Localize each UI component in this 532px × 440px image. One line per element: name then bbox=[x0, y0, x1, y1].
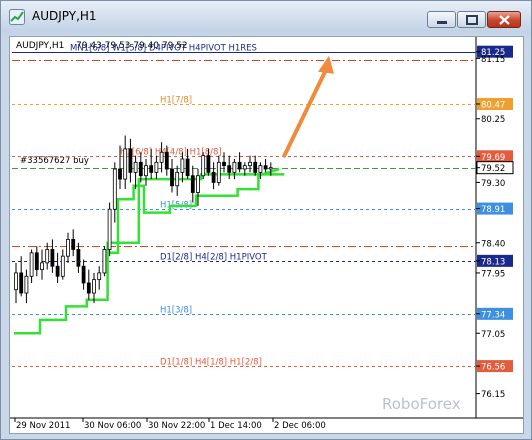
candle bbox=[97, 272, 102, 281]
candle bbox=[76, 249, 81, 267]
candle bbox=[201, 155, 206, 177]
price-label: 77.05 bbox=[481, 330, 505, 340]
candle bbox=[211, 171, 216, 183]
chart-symbol: AUDJPY,H1 bbox=[16, 41, 64, 51]
candle bbox=[14, 272, 18, 291]
candle bbox=[128, 148, 133, 173]
price-label: 80.25 bbox=[481, 115, 505, 125]
forecast-arrow bbox=[282, 67, 328, 158]
candle bbox=[248, 161, 252, 167]
minimize-icon bbox=[437, 21, 447, 24]
candle bbox=[185, 158, 190, 177]
candle bbox=[180, 158, 185, 173]
candle bbox=[60, 255, 65, 277]
candle bbox=[222, 161, 226, 167]
candle bbox=[164, 151, 169, 170]
candle bbox=[144, 165, 148, 177]
level-label: H1[7/8] bbox=[160, 96, 192, 106]
title-bar[interactable]: AUDJPY,H1 bbox=[1, 1, 531, 31]
candle bbox=[253, 161, 258, 173]
time-label: 1 Dec 14:00 bbox=[210, 421, 262, 431]
level-label: MN1[6/8] W1[5/8] D4PIVOT H4PIVOT H1RES bbox=[70, 44, 257, 54]
price-label: 79.52 bbox=[481, 164, 505, 174]
candle bbox=[258, 165, 263, 173]
candle bbox=[118, 168, 122, 180]
candle bbox=[190, 175, 195, 193]
candle bbox=[232, 161, 237, 173]
price-label: 76.15 bbox=[481, 390, 505, 400]
candle bbox=[24, 275, 29, 294]
maximize-button[interactable] bbox=[457, 11, 486, 28]
candle bbox=[107, 208, 112, 250]
candle bbox=[263, 165, 268, 170]
candle bbox=[102, 249, 107, 274]
candle bbox=[170, 168, 174, 187]
time-label: 30 Nov 22:00 bbox=[148, 421, 205, 431]
candle bbox=[133, 161, 138, 173]
window-title: AUDJPY,H1 bbox=[32, 9, 97, 23]
candle bbox=[206, 155, 211, 173]
candle bbox=[227, 165, 232, 173]
candle bbox=[242, 165, 247, 170]
chart-window: AUDJPY,H1 AUDJPY,H1 79.43 79.53 79.40 79… bbox=[0, 0, 532, 440]
price-label: 81.15 bbox=[481, 55, 505, 65]
candle bbox=[175, 171, 180, 187]
candle bbox=[216, 161, 221, 183]
price-label: 76.56 bbox=[481, 363, 505, 373]
candle bbox=[86, 282, 91, 294]
level-label: D1[2/8] H4[2/8] H1PIVOT bbox=[160, 253, 268, 263]
candle bbox=[123, 148, 128, 180]
level-label: H1[3/8] bbox=[160, 306, 192, 316]
time-label: 30 Nov 06:00 bbox=[84, 421, 141, 431]
candle bbox=[81, 265, 86, 284]
candle bbox=[66, 239, 70, 257]
minimize-button[interactable] bbox=[427, 11, 456, 28]
candle bbox=[112, 168, 117, 210]
chart-app-icon bbox=[9, 9, 25, 25]
candle bbox=[19, 272, 24, 294]
candle bbox=[196, 175, 200, 193]
candle bbox=[154, 161, 159, 173]
candle bbox=[45, 249, 50, 264]
chart-area[interactable]: AUDJPY,H1 79.43 79.53 79.40 79.52 RoboFo… bbox=[9, 36, 524, 434]
price-label: 77.34 bbox=[481, 310, 505, 320]
candle bbox=[159, 151, 164, 163]
candle bbox=[268, 167, 273, 170]
candle bbox=[138, 161, 143, 177]
candle bbox=[237, 161, 242, 170]
candle bbox=[149, 165, 154, 173]
price-label: 80.47 bbox=[481, 100, 505, 110]
candle bbox=[55, 265, 60, 277]
price-label: 77.95 bbox=[481, 269, 505, 279]
close-icon bbox=[499, 15, 510, 25]
candle bbox=[50, 249, 55, 267]
watermark: RoboForex bbox=[382, 395, 461, 413]
time-label: 2 Dec 06:00 bbox=[274, 421, 326, 431]
candle bbox=[40, 262, 44, 270]
price-label: 79.30 bbox=[481, 179, 505, 189]
candle bbox=[71, 239, 76, 250]
price-label: 78.40 bbox=[481, 239, 505, 249]
forecast-arrow-head bbox=[318, 55, 334, 74]
candle bbox=[29, 252, 34, 277]
candle bbox=[92, 279, 96, 294]
price-label: 78.13 bbox=[481, 257, 505, 267]
price-label: 78.91 bbox=[481, 205, 505, 215]
candle bbox=[34, 252, 39, 270]
time-label: 29 Nov 2011 bbox=[16, 421, 70, 431]
maximize-icon bbox=[466, 15, 478, 25]
order-label: #33567627 buy bbox=[20, 156, 89, 166]
price-chart[interactable]: AUDJPY,H1 79.43 79.53 79.40 79.52 RoboFo… bbox=[10, 37, 523, 433]
close-button[interactable] bbox=[487, 11, 521, 28]
level-label: D1[1/8] H4[1/8] H1[2/8] bbox=[160, 358, 262, 368]
